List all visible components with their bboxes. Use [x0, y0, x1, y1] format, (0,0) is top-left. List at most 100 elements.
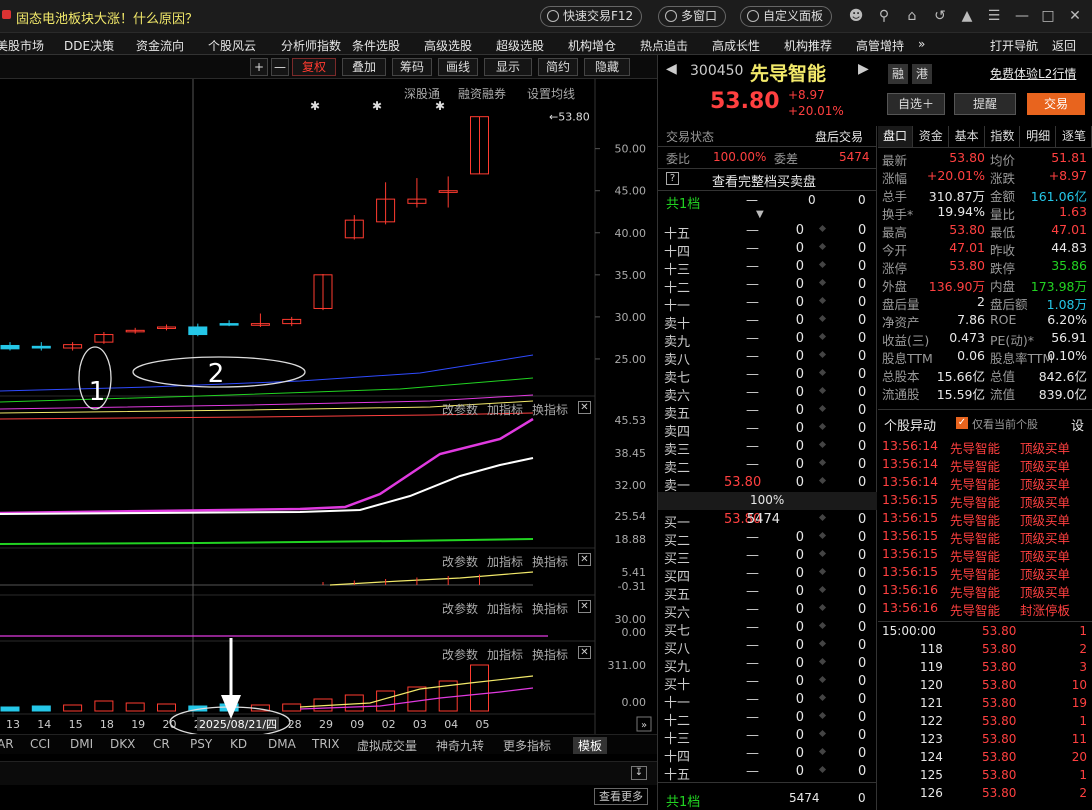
info-tab-5[interactable]: 逐笔 — [1057, 126, 1092, 147]
ind4-params-button[interactable]: 改参数 — [442, 646, 478, 663]
alert-stock[interactable]: 先导智能 — [950, 564, 1000, 583]
alert-stock[interactable]: 先导智能 — [950, 600, 1000, 619]
alert-stock[interactable]: 先导智能 — [950, 528, 1000, 547]
skin-icon[interactable]: ▲ — [959, 8, 975, 24]
indicator-tab-12[interactable]: 模板 — [573, 737, 608, 754]
indicator-tab-2[interactable]: DMI — [70, 737, 93, 751]
alert-stock[interactable]: 先导智能 — [950, 492, 1000, 511]
view-more-button[interactable]: 查看更多 — [594, 788, 648, 805]
ask-row: 卖四 —0 0 — [658, 420, 876, 440]
menu-back[interactable]: 返回 — [1052, 37, 1076, 54]
indicator-tab-1[interactable]: CCI — [30, 737, 50, 751]
level-volume: 0 — [795, 692, 804, 707]
next-stock-icon[interactable]: ▶ — [858, 61, 869, 77]
indicator-tab-9[interactable]: 虚拟成交量 — [357, 737, 417, 754]
menu-growth[interactable]: 高成长性 — [712, 37, 760, 54]
diamond-icon — [818, 747, 827, 756]
info-tab-2[interactable]: 基本 — [950, 126, 985, 147]
menu-fund-flow[interactable]: 资金流向 — [136, 37, 184, 54]
alerts-settings-button[interactable]: 设 — [1071, 415, 1084, 434]
multi-window-button[interactable]: 多窗口 — [658, 6, 727, 27]
menu-super-select[interactable]: 超级选股 — [496, 37, 544, 54]
minimize-icon[interactable]: — — [1014, 8, 1030, 24]
custom-panel-button[interactable]: 自定义面板 — [740, 6, 833, 27]
prev-stock-icon[interactable]: ◀ — [666, 61, 677, 77]
menu-inst-rec[interactable]: 机构推荐 — [784, 37, 832, 54]
menu-hot[interactable]: 热点追击 — [640, 37, 688, 54]
indicator-tab-5[interactable]: PSY — [190, 737, 212, 751]
margin-badge[interactable]: 融 — [888, 64, 908, 84]
home-icon[interactable]: ⌂ — [904, 8, 920, 24]
ind4-switch-button[interactable]: 换指标 — [532, 646, 568, 663]
full-order-book-link[interactable]: 查看完整档买卖盘 — [712, 171, 816, 190]
alert-stock[interactable]: 先导智能 — [950, 510, 1000, 529]
volume-bar — [94, 700, 114, 712]
l2-trial-link[interactable]: 免费体验L2行情 — [990, 65, 1076, 82]
info-tab-0[interactable]: 盘口 — [878, 126, 913, 147]
diamond-icon — [818, 404, 827, 413]
alert-stock[interactable]: 先导智能 — [950, 546, 1000, 565]
search-icon[interactable]: ⚲ — [876, 8, 892, 24]
ind2-add-button[interactable]: 加指标 — [487, 553, 523, 570]
help-icon[interactable]: ? — [666, 172, 679, 185]
info-tab-3[interactable]: 指数 — [985, 126, 1021, 147]
ind1-switch-button[interactable]: 换指标 — [532, 401, 568, 418]
info-tab-1[interactable]: 资金 — [914, 126, 949, 147]
ind4-close-icon[interactable]: ✕ — [578, 646, 591, 659]
indicator-tab-6[interactable]: KD — [230, 737, 247, 751]
indicator-tab-10[interactable]: 神奇九转 — [436, 737, 484, 754]
info-tab-4[interactable]: 明细 — [1021, 126, 1057, 147]
bid-row: 十五 — 0 0 — [658, 763, 876, 783]
menu-analyst[interactable]: 分析师指数 — [281, 37, 341, 54]
close-icon[interactable]: ✕ — [1067, 8, 1083, 24]
ind3-params-button[interactable]: 改参数 — [442, 600, 478, 617]
indicator-tab-3[interactable]: DKX — [110, 737, 135, 751]
menu-inst-add[interactable]: 机构增仓 — [568, 37, 616, 54]
only-current-checkbox[interactable]: ✓ — [956, 417, 968, 429]
indicator-tab-8[interactable]: TRIX — [312, 737, 339, 751]
tick-time: 15:00:00 — [882, 624, 936, 638]
indicator-tab-4[interactable]: CR — [153, 737, 170, 751]
alert-stock[interactable]: 先导智能 — [950, 582, 1000, 601]
hk-badge[interactable]: 港 — [912, 64, 932, 84]
tick-volume: 3 — [1079, 660, 1087, 674]
ind2-params-button[interactable]: 改参数 — [442, 553, 478, 570]
ind1-add-button[interactable]: 加指标 — [487, 401, 523, 418]
menu-exec-buy[interactable]: 高管增持 — [856, 37, 904, 54]
indicator-tab-7[interactable]: DMA — [268, 737, 296, 751]
alert-stock[interactable]: 先导智能 — [950, 474, 1000, 493]
ind1-params-button[interactable]: 改参数 — [442, 401, 478, 418]
collapse-icon[interactable]: ▼ — [756, 209, 764, 220]
indicator-tab-11[interactable]: 更多指标 — [503, 737, 551, 754]
ind2-close-icon[interactable]: ✕ — [578, 553, 591, 566]
ind2-switch-button[interactable]: 换指标 — [532, 553, 568, 570]
ind1-close-icon[interactable]: ✕ — [578, 401, 591, 414]
menu-stock-news[interactable]: 个股风云 — [208, 37, 256, 54]
menu-us-market[interactable]: 美股市场 — [0, 37, 44, 54]
alert-stock[interactable]: 先导智能 — [950, 456, 1000, 475]
indicator-tab-0[interactable]: AR — [0, 737, 14, 751]
user-icon[interactable]: ☻ — [848, 8, 864, 24]
menu-adv-select[interactable]: 高级选股 — [424, 37, 472, 54]
ind3-add-button[interactable]: 加指标 — [487, 600, 523, 617]
download-icon[interactable]: ↧ — [631, 766, 647, 780]
alert-stock[interactable]: 先导智能 — [950, 438, 1000, 457]
menu-dde[interactable]: DDE决策 — [64, 37, 114, 54]
trade-button[interactable]: 交易 — [1027, 93, 1085, 115]
menu-more[interactable]: » — [918, 37, 925, 51]
add-watch-button[interactable]: 自选＋ — [887, 93, 945, 115]
level-volume: 0 — [795, 674, 804, 689]
refresh-icon[interactable]: ↺ — [932, 8, 948, 24]
menu-nav[interactable]: 打开导航 — [990, 37, 1038, 54]
menu-cond-select[interactable]: 条件选股 — [352, 37, 400, 54]
level-volume: 0 — [795, 638, 804, 653]
ind4-add-button[interactable]: 加指标 — [487, 646, 523, 663]
ind3-switch-button[interactable]: 换指标 — [532, 600, 568, 617]
ind3-close-icon[interactable]: ✕ — [578, 600, 591, 613]
alert-event: 顶级买单 — [1020, 441, 1071, 456]
alert-button[interactable]: 提醒 — [954, 93, 1016, 115]
maximize-icon[interactable]: □ — [1040, 8, 1056, 24]
quick-trade-button[interactable]: 快速交易F12 — [540, 6, 643, 27]
stock-change: +8.97 — [788, 88, 825, 102]
menu-icon[interactable]: ☰ — [986, 8, 1002, 24]
